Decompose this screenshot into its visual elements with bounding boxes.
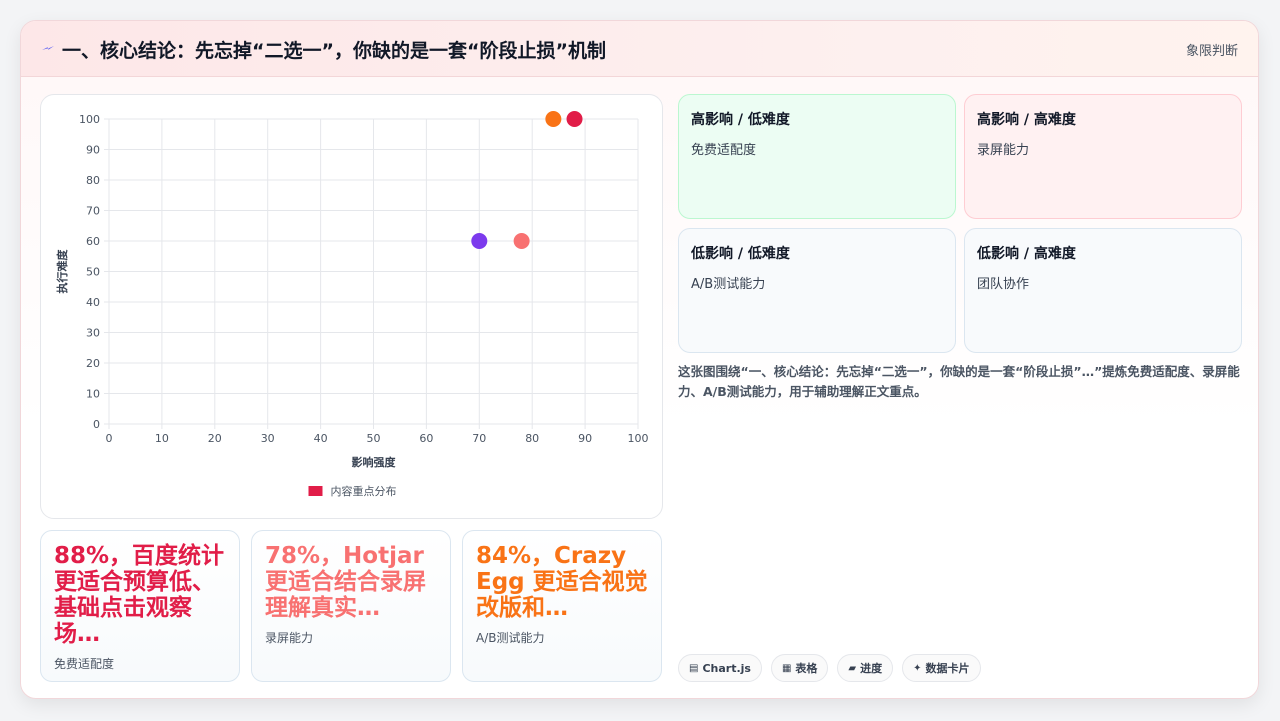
y-tick-label: 50: [86, 266, 100, 279]
data-point: [566, 111, 583, 127]
quadrant-value: 录屏能力: [977, 143, 1030, 158]
bolt-icon: [42, 46, 54, 50]
stat-label: A/B测试能力: [476, 631, 545, 645]
stat-label: 免费适配度: [54, 657, 115, 671]
scatter-chart: 0 10 20 30 40 50 60 70 80 90 100 0 10 20 30 40 50 60 70 80 9…: [40, 94, 663, 519]
x-tick-label: 30: [261, 432, 275, 445]
quadrant-value: 团队协作: [977, 277, 1030, 292]
x-tick-label: 0: [106, 432, 113, 445]
progress-icon: ▰: [848, 662, 857, 674]
quadrant-value: 免费适配度: [691, 143, 757, 158]
chart-description: 这张图围绕“一、核心结论：先忘掉“二选一”，你缺的是一套“阶段止损”…”提炼免费…: [678, 364, 1240, 399]
data-point: [513, 233, 530, 249]
stat-card-recording: 78%，Hotjar 更适合结合录屏理解真实… 录屏能力: [251, 530, 451, 682]
stat-value: 88%，百度统计更适合预算低、基础点击观察场…: [54, 543, 225, 647]
chart-icon: ▤: [689, 662, 699, 674]
header-bar: 一、核心结论：先忘掉“二选一”，你缺的是一套“阶段止损”机制 象限判断: [21, 21, 1258, 77]
x-tick-label: 50: [367, 432, 381, 445]
data-point: [471, 233, 488, 249]
stat-card-free: 88%，百度统计更适合预算低、基础点击观察场… 免费适配度: [40, 530, 240, 682]
chip-chartjs[interactable]: ▤ Chart.js: [678, 654, 762, 682]
chart-canvas: 0 10 20 30 40 50 60 70 80 90 100 0 10 20 30 40 50 60 70 80 9…: [55, 111, 649, 498]
stat-value: 78%，Hotjar 更适合结合录屏理解真实…: [265, 543, 426, 621]
page-title: 一、核心结论：先忘掉“二选一”，你缺的是一套“阶段止损”机制: [62, 40, 606, 62]
y-tick-label: 100: [79, 113, 100, 126]
x-tick-label: 80: [525, 432, 539, 445]
y-axis-label: 执行难度: [55, 249, 69, 294]
y-tick-label: 40: [86, 296, 100, 309]
x-tick-label: 60: [419, 432, 433, 445]
quadrant-low-low: 低影响 / 低难度 A/B测试能力: [678, 228, 956, 353]
quadrant-value: A/B测试能力: [691, 277, 766, 292]
y-tick-label: 20: [86, 357, 100, 370]
table-icon: ▦: [781, 662, 792, 674]
chip-label: 进度: [860, 662, 883, 675]
chip-table[interactable]: ▦ 表格: [770, 654, 829, 682]
y-tick-label: 10: [86, 388, 100, 401]
quadrant-title: 低影响 / 高难度: [977, 246, 1076, 262]
chip-progress[interactable]: ▰ 进度: [837, 654, 894, 682]
x-tick-label: 70: [472, 432, 486, 445]
main-card: 一、核心结论：先忘掉“二选一”，你缺的是一套“阶段止损”机制 象限判断 0 10 2…: [20, 20, 1259, 699]
quadrant-high-high: 高影响 / 高难度 录屏能力: [964, 94, 1242, 219]
legend-label: 内容重点分布: [331, 484, 397, 498]
stat-card-ab: 84%，Crazy Egg 更适合视觉改版和… A/B测试能力: [462, 530, 662, 682]
x-axis-label: 影响强度: [352, 455, 397, 469]
chip-label: 数据卡片: [925, 662, 970, 675]
stat-label: 录屏能力: [265, 631, 314, 645]
y-tick-label: 90: [86, 144, 100, 157]
x-tick-label: 20: [208, 432, 222, 445]
quadrant-title: 高影响 / 低难度: [691, 112, 790, 128]
chip-data-card[interactable]: ✦ 数据卡片: [902, 654, 981, 682]
chip-label: Chart.js: [702, 661, 751, 675]
y-tick-label: 0: [93, 418, 100, 431]
y-tick-label: 60: [86, 235, 100, 248]
quadrant-title: 低影响 / 低难度: [691, 246, 790, 262]
x-tick-label: 90: [578, 432, 592, 445]
x-tick-label: 40: [314, 432, 328, 445]
quadrant-title: 高影响 / 高难度: [977, 112, 1076, 128]
chip-label: 表格: [795, 662, 818, 675]
x-tick-label: 100: [628, 432, 649, 445]
header-tag: 象限判断: [1185, 44, 1238, 59]
quadrant-high-low: 高影响 / 低难度 免费适配度: [678, 94, 956, 219]
y-tick-label: 80: [86, 174, 100, 187]
y-tick-label: 70: [86, 205, 100, 218]
feature-chips: ▤ Chart.js ▦ 表格 ▰ 进度 ✦ 数据卡片: [678, 654, 981, 682]
data-point: [545, 111, 562, 127]
y-tick-label: 30: [86, 327, 100, 340]
sparkle-icon: ✦: [913, 662, 922, 674]
legend-swatch: [308, 486, 323, 496]
stat-value: 84%，Crazy Egg 更适合视觉改版和…: [476, 543, 648, 621]
x-tick-label: 10: [155, 432, 169, 445]
quadrant-low-high: 低影响 / 高难度 团队协作: [964, 228, 1242, 353]
